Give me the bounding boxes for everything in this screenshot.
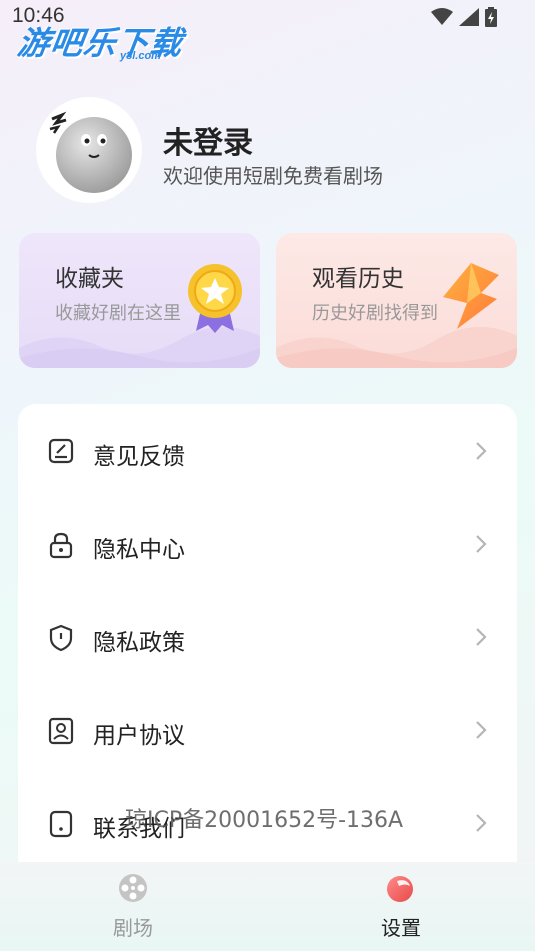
menu-item-label: 隐私中心 — [93, 537, 185, 563]
menu-item-label: 隐私政策 — [93, 630, 185, 656]
lock-icon — [49, 532, 73, 559]
avatar[interactable] — [36, 97, 142, 203]
tab-label: 剧场 — [113, 916, 153, 940]
chevron-right-icon — [476, 628, 487, 646]
user-card-icon — [48, 717, 74, 745]
history-subtitle: 历史好剧找得到 — [312, 303, 438, 324]
lightning-icon — [443, 263, 499, 329]
favorites-subtitle: 收藏好剧在这里 — [55, 303, 181, 324]
menu-item-label: 用户协议 — [93, 723, 185, 749]
icp-license-text: 琼ICP备20001652号-136A — [125, 808, 404, 833]
menu-item-label: 意见反馈 — [93, 444, 185, 470]
signal-icon — [459, 8, 479, 26]
bottom-tab-bar: 剧场 设置 — [0, 862, 535, 951]
history-title: 观看历史 — [312, 266, 404, 292]
medal-icon — [188, 264, 242, 333]
history-card[interactable]: 观看历史 历史好剧找得到 — [276, 233, 517, 368]
favorites-title: 收藏夹 — [55, 266, 124, 292]
chevron-right-icon — [476, 535, 487, 553]
chevron-right-icon — [476, 814, 487, 832]
user-subtitle: 欢迎使用短剧免费看剧场 — [163, 164, 383, 188]
phone-icon — [49, 810, 73, 838]
avatar-face-icon — [49, 111, 132, 193]
tab-settings[interactable]: 设置 — [341, 872, 461, 941]
favorites-card[interactable]: 收藏夹 收藏好剧在这里 — [19, 233, 260, 368]
film-reel-icon — [119, 874, 147, 902]
status-icons — [431, 7, 497, 27]
tab-theater[interactable]: 剧场 — [73, 872, 193, 941]
chevron-right-icon — [476, 721, 487, 739]
wifi-icon — [431, 8, 453, 25]
shield-icon — [49, 624, 73, 652]
settings-menu: 意见反馈 隐私中心 隐私政策 用户协议 联系我们 — [18, 404, 517, 864]
edit-icon — [48, 438, 74, 464]
settings-blob-icon — [387, 876, 413, 902]
brand-watermark-domain: y8l.com — [120, 50, 161, 62]
battery-icon — [485, 7, 497, 27]
menu-item-user-agreement[interactable]: 用户协议 — [18, 700, 517, 760]
chevron-right-icon — [476, 442, 487, 460]
menu-item-privacy-policy[interactable]: 隐私政策 — [18, 607, 517, 667]
user-name[interactable]: 未登录 — [163, 118, 253, 162]
menu-item-privacy-center[interactable]: 隐私中心 — [18, 514, 517, 574]
tab-label: 设置 — [381, 916, 421, 940]
menu-item-feedback[interactable]: 意见反馈 — [18, 421, 517, 481]
